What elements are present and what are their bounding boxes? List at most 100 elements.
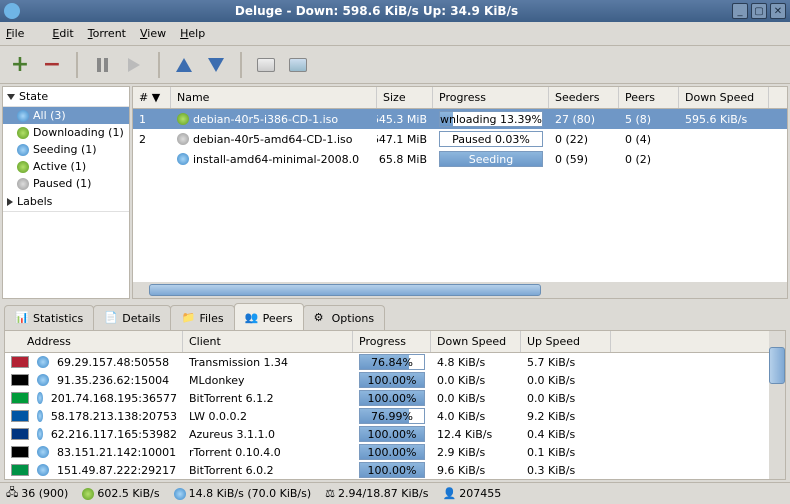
sidebar-labels-header[interactable]: Labels xyxy=(3,192,129,212)
peer-client: BitTorrent 6.1.2 xyxy=(183,392,353,405)
sidebar-state-header[interactable]: State xyxy=(3,87,129,107)
status-up[interactable]: 14.8 KiB/s (70.0 KiB/s) xyxy=(174,487,312,500)
col-seeders[interactable]: Seeders xyxy=(549,87,619,108)
peer-client: Transmission 1.34 xyxy=(183,356,353,369)
peer-address: 151.49.87.222:29217 xyxy=(5,464,183,477)
tab-files[interactable]: 📁Files xyxy=(170,305,234,330)
statistics-icon: 📊 xyxy=(15,311,29,325)
peer-address: 69.29.157.48:50558 xyxy=(5,356,183,369)
cell-progress: Seeding xyxy=(433,151,549,167)
vertical-scrollbar[interactable] xyxy=(769,331,785,479)
col-progress[interactable]: Progress xyxy=(433,87,549,108)
peer-up: 0.0 KiB/s xyxy=(521,374,611,387)
queue-up-button[interactable] xyxy=(170,51,198,79)
col-peers[interactable]: Peers xyxy=(619,87,679,108)
country-flag-icon xyxy=(11,464,29,476)
status-icon xyxy=(177,113,189,125)
country-flag-icon xyxy=(11,392,29,404)
protocol-icon: ⚖ xyxy=(325,487,335,500)
expand-icon xyxy=(7,94,15,100)
peer-address: 201.74.168.195:36577 xyxy=(5,392,183,405)
peer-down: 4.0 KiB/s xyxy=(431,410,521,423)
status-down[interactable]: 602.5 KiB/s xyxy=(82,487,159,500)
peer-address: 83.151.21.142:10001 xyxy=(5,446,183,459)
pcol-client[interactable]: Client xyxy=(183,331,353,352)
peer-row[interactable]: 201.74.168.195:36577BitTorrent 6.1.2100.… xyxy=(5,389,769,407)
pcol-progress[interactable]: Progress xyxy=(353,331,431,352)
torrent-row[interactable]: install-amd64-minimal-2008.065.8 MiBSeed… xyxy=(133,149,787,169)
horizontal-scrollbar[interactable] xyxy=(133,282,787,298)
menu-view[interactable]: View xyxy=(140,27,166,40)
menu-help[interactable]: Help xyxy=(180,27,205,40)
window-titlebar: Deluge - Down: 598.6 KiB/s Up: 34.9 KiB/… xyxy=(0,0,790,22)
status-ratio[interactable]: ⚖2.94/18.87 KiB/s xyxy=(325,487,428,500)
preferences-button[interactable] xyxy=(252,51,280,79)
status-icon xyxy=(17,178,29,190)
minimize-button[interactable]: _ xyxy=(732,3,748,19)
pcol-up[interactable]: Up Speed xyxy=(521,331,611,352)
pcol-address[interactable]: Address xyxy=(5,331,183,352)
maximize-button[interactable]: ▢ xyxy=(751,3,767,19)
upload-icon xyxy=(174,488,186,500)
cell-name: install-amd64-minimal-2008.0 xyxy=(171,153,377,166)
sidebar-item-active[interactable]: Active (1) xyxy=(3,158,129,175)
sidebar-item-seeding[interactable]: Seeding (1) xyxy=(3,141,129,158)
cell-progress: Paused 0.03% xyxy=(433,131,549,147)
connection-icon xyxy=(289,58,307,72)
peer-progress: 100.00% xyxy=(353,390,431,406)
menu-torrent[interactable]: Torrent xyxy=(88,27,126,40)
cell-peers: 0 (4) xyxy=(619,133,679,146)
seed-icon xyxy=(37,374,49,386)
tab-statistics[interactable]: 📊Statistics xyxy=(4,305,94,330)
tab-peers[interactable]: 👥Peers xyxy=(234,303,304,330)
peers-header: Address Client Progress Down Speed Up Sp… xyxy=(5,331,769,353)
add-torrent-button[interactable]: + xyxy=(6,51,34,79)
col-name[interactable]: Name xyxy=(171,87,377,108)
peer-row[interactable]: 83.151.21.142:10001rTorrent 0.10.4.0100.… xyxy=(5,443,769,461)
peer-address: 91.35.236.62:15004 xyxy=(5,374,183,387)
close-button[interactable]: ✕ xyxy=(770,3,786,19)
options-icon: ⚙ xyxy=(314,311,328,325)
status-dht[interactable]: 👤207455 xyxy=(443,487,502,500)
peer-row[interactable]: 91.35.236.62:15004MLdonkey100.00%0.0 KiB… xyxy=(5,371,769,389)
seed-icon xyxy=(37,464,49,476)
toolbar-separator xyxy=(76,52,78,78)
menu-file[interactable]: File xyxy=(6,27,38,40)
connection-manager-button[interactable] xyxy=(284,51,312,79)
pause-icon xyxy=(97,58,108,72)
torrent-row[interactable]: 2debian-40r5-amd64-CD-1.iso647.1 MiBPaus… xyxy=(133,129,787,149)
queue-down-button[interactable] xyxy=(202,51,230,79)
col-num[interactable]: # ▼ xyxy=(133,87,171,108)
menu-edit[interactable]: Edit xyxy=(52,27,73,40)
resume-button[interactable] xyxy=(120,51,148,79)
peer-progress: 100.00% xyxy=(353,426,431,442)
plus-icon: + xyxy=(11,52,29,77)
cell-peers: 5 (8) xyxy=(619,113,679,126)
sidebar-item-all[interactable]: All (3) xyxy=(3,107,129,124)
pcol-down[interactable]: Down Speed xyxy=(431,331,521,352)
torrent-row[interactable]: 1debian-40r5-i386-CD-1.iso645.3 MiBwnloa… xyxy=(133,109,787,129)
status-icon xyxy=(17,127,29,139)
pause-button[interactable] xyxy=(88,51,116,79)
tab-options[interactable]: ⚙Options xyxy=(303,305,385,330)
peer-progress: 100.00% xyxy=(353,462,431,478)
col-downspeed[interactable]: Down Speed xyxy=(679,87,769,108)
status-icon xyxy=(17,110,29,122)
tab-details[interactable]: 📄Details xyxy=(93,305,171,330)
cell-num: 2 xyxy=(133,133,171,146)
seed-icon xyxy=(37,410,43,422)
toolbar-separator xyxy=(240,52,242,78)
sidebar-item-downloading[interactable]: Downloading (1) xyxy=(3,124,129,141)
play-icon xyxy=(128,58,140,72)
peer-row[interactable]: 58.178.213.138:20753LW 0.0.0.276.99%4.0 … xyxy=(5,407,769,425)
col-size[interactable]: Size xyxy=(377,87,433,108)
peer-row[interactable]: 151.49.87.222:29217BitTorrent 6.0.2100.0… xyxy=(5,461,769,479)
country-flag-icon xyxy=(11,356,29,368)
peer-row[interactable]: 69.29.157.48:50558Transmission 1.3476.84… xyxy=(5,353,769,371)
status-connections[interactable]: 🖧36 (900) xyxy=(6,484,68,503)
state-label: State xyxy=(19,90,48,103)
collapse-icon xyxy=(7,198,13,206)
sidebar-item-paused[interactable]: Paused (1) xyxy=(3,175,129,192)
remove-torrent-button[interactable]: − xyxy=(38,51,66,79)
peer-row[interactable]: 62.216.117.165:53982Azureus 3.1.1.0100.0… xyxy=(5,425,769,443)
